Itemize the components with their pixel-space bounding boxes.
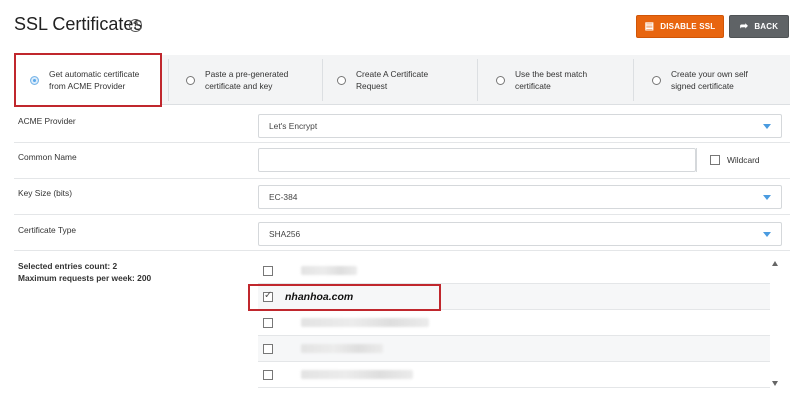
certificate-type-value: SHA256: [269, 229, 301, 239]
scroll-up-icon[interactable]: [772, 261, 778, 266]
list-item[interactable]: [258, 362, 770, 388]
key-size-select[interactable]: EC-384: [258, 185, 782, 209]
back-label: BACK: [754, 22, 779, 31]
entry-checkbox[interactable]: [263, 265, 273, 276]
list-item[interactable]: [258, 310, 770, 336]
radio-best-match[interactable]: [496, 75, 505, 85]
entry-name-redacted: [301, 318, 429, 327]
certificate-type-select[interactable]: SHA256: [258, 222, 782, 246]
tab-self-signed-label: Create your own self signed certificate: [671, 69, 748, 91]
entry-checkbox[interactable]: [263, 317, 273, 328]
wildcard-checkbox[interactable]: [710, 155, 720, 165]
radio-paste[interactable]: [186, 75, 195, 85]
tab-self-signed[interactable]: Create your own self signed certificate: [634, 55, 790, 105]
tab-best-match-label: Use the best match certificate: [515, 69, 588, 91]
key-size-label: Key Size (bits): [18, 188, 72, 198]
divider: [14, 214, 790, 215]
entry-checkbox[interactable]: [263, 343, 273, 354]
key-size-value: EC-384: [269, 192, 298, 202]
domain-list: nhanhoa.com: [258, 258, 782, 388]
back-button[interactable]: ➦ BACK: [729, 15, 789, 38]
page-title: SSL Certificates: [14, 14, 143, 34]
acme-provider-value: Let's Encrypt: [269, 121, 318, 131]
disable-ssl-button[interactable]: ▤ DISABLE SSL: [636, 15, 724, 38]
common-name-input[interactable]: [258, 148, 696, 172]
chevron-down-icon: [763, 195, 771, 200]
divider: [14, 178, 790, 179]
certificate-type-label: Certificate Type: [18, 225, 77, 235]
list-item[interactable]: [258, 258, 770, 284]
acme-provider-select[interactable]: Let's Encrypt: [258, 114, 782, 138]
entry-name-redacted: [301, 344, 383, 353]
list-item[interactable]: [258, 336, 770, 362]
tab-divider: [168, 59, 169, 101]
wildcard-option[interactable]: Wildcard: [696, 148, 782, 172]
back-arrow-icon: ➦: [739, 21, 749, 32]
acme-provider-label: ACME Provider: [18, 116, 76, 126]
max-requests-text: Maximum requests per week: 200: [18, 273, 152, 283]
tab-best-match[interactable]: Use the best match certificate: [478, 55, 633, 105]
tab-paste-label: Paste a pre-generated certificate and key: [205, 69, 289, 91]
chevron-down-icon: [763, 232, 771, 237]
entry-name-redacted: [301, 370, 413, 379]
disable-ssl-label: DISABLE SSL: [660, 22, 716, 31]
highlight-annotation-row: [248, 284, 441, 311]
divider: [14, 142, 790, 143]
scroll-down-icon[interactable]: [772, 381, 778, 386]
tab-paste[interactable]: Paste a pre-generated certificate and key: [172, 55, 322, 105]
entry-name-redacted: [301, 266, 357, 275]
highlight-annotation-tab: [14, 53, 162, 107]
selected-entries-count: Selected entries count: 2: [18, 261, 118, 271]
calendar-icon: ▤: [644, 21, 655, 32]
tab-csr-label: Create A Certificate Request: [356, 69, 429, 91]
help-icon[interactable]: ?: [129, 19, 142, 32]
tab-csr[interactable]: Create A Certificate Request: [323, 55, 477, 105]
common-name-label: Common Name: [18, 152, 77, 162]
entry-checkbox[interactable]: [263, 369, 273, 380]
radio-self-signed[interactable]: [652, 75, 661, 85]
radio-csr[interactable]: [337, 75, 346, 85]
wildcard-label: Wildcard: [727, 155, 760, 165]
chevron-down-icon: [763, 124, 771, 129]
divider: [14, 250, 790, 251]
